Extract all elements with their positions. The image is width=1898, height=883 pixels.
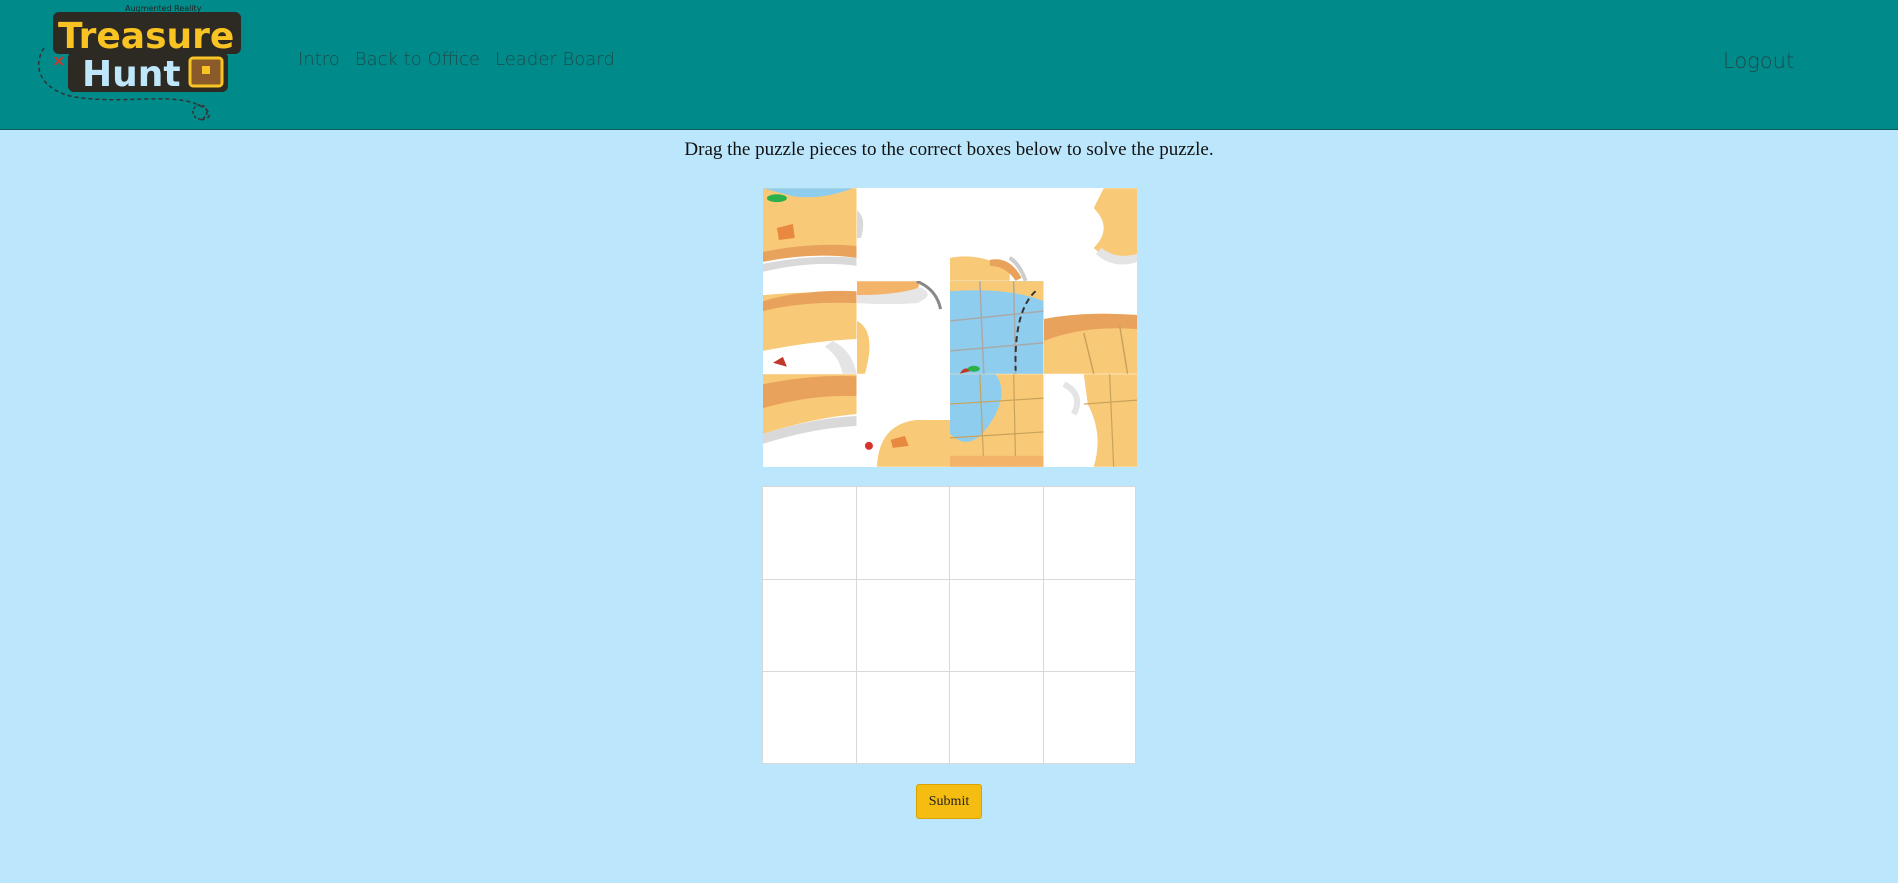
drop-slot[interactable] <box>1044 672 1138 765</box>
puzzle-piece[interactable] <box>1043 281 1137 374</box>
drop-slot[interactable] <box>950 487 1044 580</box>
instructions-text: Drag the puzzle pieces to the correct bo… <box>684 139 1214 160</box>
puzzle-piece[interactable] <box>950 374 1044 467</box>
nav-intro[interactable]: Intro <box>298 49 340 70</box>
drop-slot[interactable] <box>1043 487 1137 580</box>
puzzle-piece[interactable] <box>856 281 950 374</box>
puzzle-board <box>762 486 1138 765</box>
header: × Augmented Reality Treasure Hunt Intro … <box>0 0 1898 130</box>
puzzle-piece[interactable] <box>856 374 950 467</box>
submit-button[interactable]: Submit <box>916 784 982 819</box>
puzzle-piece[interactable] <box>763 188 857 281</box>
drop-slot[interactable] <box>763 487 857 580</box>
puzzle-piece[interactable] <box>1043 188 1137 281</box>
puzzle-piece[interactable] <box>856 188 950 281</box>
puzzle-pieces-area <box>763 188 1137 467</box>
puzzle-piece[interactable] <box>763 281 857 374</box>
drop-slot[interactable] <box>1043 580 1137 673</box>
drop-slot[interactable] <box>950 672 1044 765</box>
main-nav: Intro Back to Office Leader Board <box>298 49 615 70</box>
puzzle-piece[interactable] <box>950 188 1044 281</box>
drop-slot[interactable] <box>763 672 857 765</box>
drop-slot[interactable] <box>763 579 857 673</box>
drop-slot[interactable] <box>857 672 950 765</box>
svg-text:Hunt: Hunt <box>82 54 181 95</box>
svg-text:Treasure: Treasure <box>58 16 234 57</box>
puzzle-piece[interactable] <box>763 374 857 467</box>
nav-leader-board[interactable]: Leader Board <box>495 49 615 70</box>
logout-link[interactable]: Logout <box>1723 49 1794 73</box>
drop-slot[interactable] <box>950 579 1044 673</box>
nav-back-to-office[interactable]: Back to Office <box>355 49 480 70</box>
treasure-hunt-logo[interactable]: × Augmented Reality Treasure Hunt <box>30 0 262 122</box>
drop-slot[interactable] <box>856 487 950 580</box>
puzzle-piece[interactable] <box>950 281 1044 374</box>
svg-text:Augmented Reality: Augmented Reality <box>125 4 202 13</box>
puzzle-piece[interactable] <box>1043 374 1137 467</box>
drop-slot[interactable] <box>856 579 950 673</box>
